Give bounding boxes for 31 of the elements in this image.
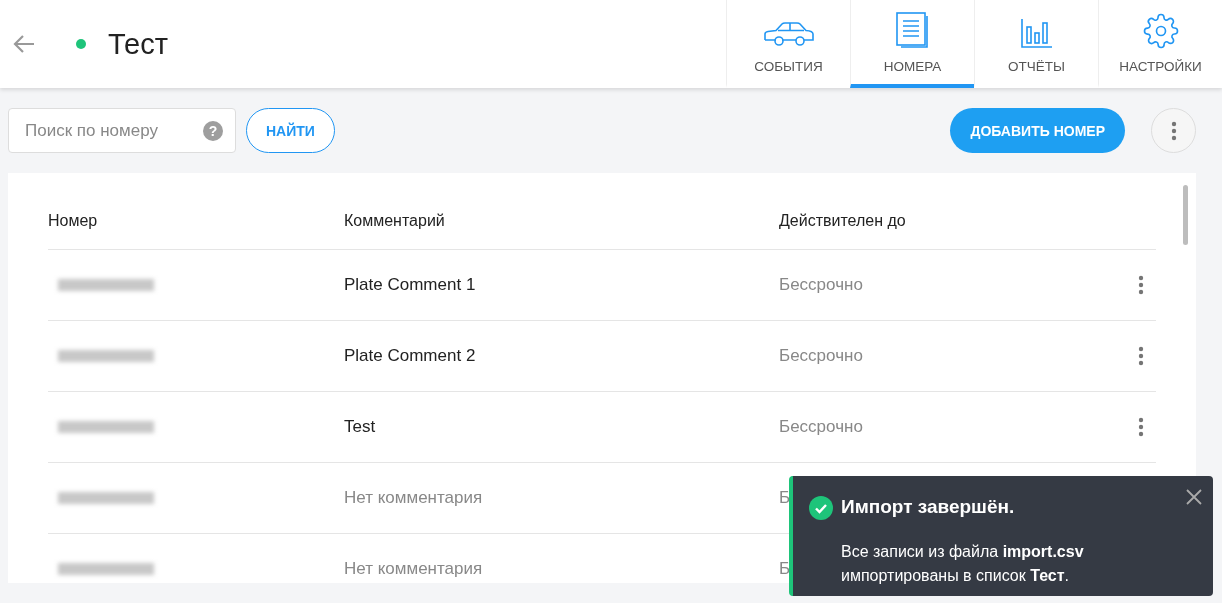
comment-cell: Plate Comment 2: [344, 346, 476, 366]
valid-until-cell: Бессрочно: [779, 417, 863, 437]
scrollbar: [1183, 185, 1188, 245]
comment-cell: Plate Comment 1: [344, 275, 476, 295]
row-menu-icon[interactable]: [1138, 346, 1144, 366]
column-header: Действителен до: [779, 212, 906, 230]
page-title: Тест: [108, 27, 168, 61]
comment-cell: Test: [344, 417, 376, 437]
valid-until-cell: Бессрочно: [779, 346, 863, 366]
column-header: Комментарий: [344, 212, 445, 230]
nav-tab[interactable]: НОМЕРА: [850, 0, 974, 88]
row-menu-icon[interactable]: [1138, 275, 1144, 295]
toast-message: Все записи из файла import.csv импортированы в список Тест.: [841, 542, 1085, 586]
valid-until-cell: Бессрочно: [779, 275, 863, 295]
valid-until-cell: Б: [779, 559, 791, 579]
column-header: Номер: [48, 212, 98, 230]
nav-tab[interactable]: ОТЧЁТЫ: [974, 0, 1098, 88]
settings-icon: [1142, 13, 1179, 49]
nav-tab[interactable]: НАСТРОЙКИ: [1098, 0, 1222, 88]
nav-tab[interactable]: СОБЫТИЯ: [726, 0, 850, 88]
more-options-icon[interactable]: [1170, 120, 1177, 141]
comment-cell: Нет комментария: [344, 559, 483, 579]
toast-title: Импорт завершён.: [841, 496, 1016, 519]
car-icon: [762, 21, 815, 49]
success-check-icon: [809, 496, 833, 520]
row-menu-icon[interactable]: [1138, 417, 1144, 437]
bar-chart-icon: [1019, 17, 1054, 49]
document-icon: [894, 11, 931, 49]
comment-cell: Нет комментария: [344, 488, 483, 508]
valid-until-cell: Б: [779, 488, 791, 508]
back-arrow-icon[interactable]: [12, 34, 36, 54]
